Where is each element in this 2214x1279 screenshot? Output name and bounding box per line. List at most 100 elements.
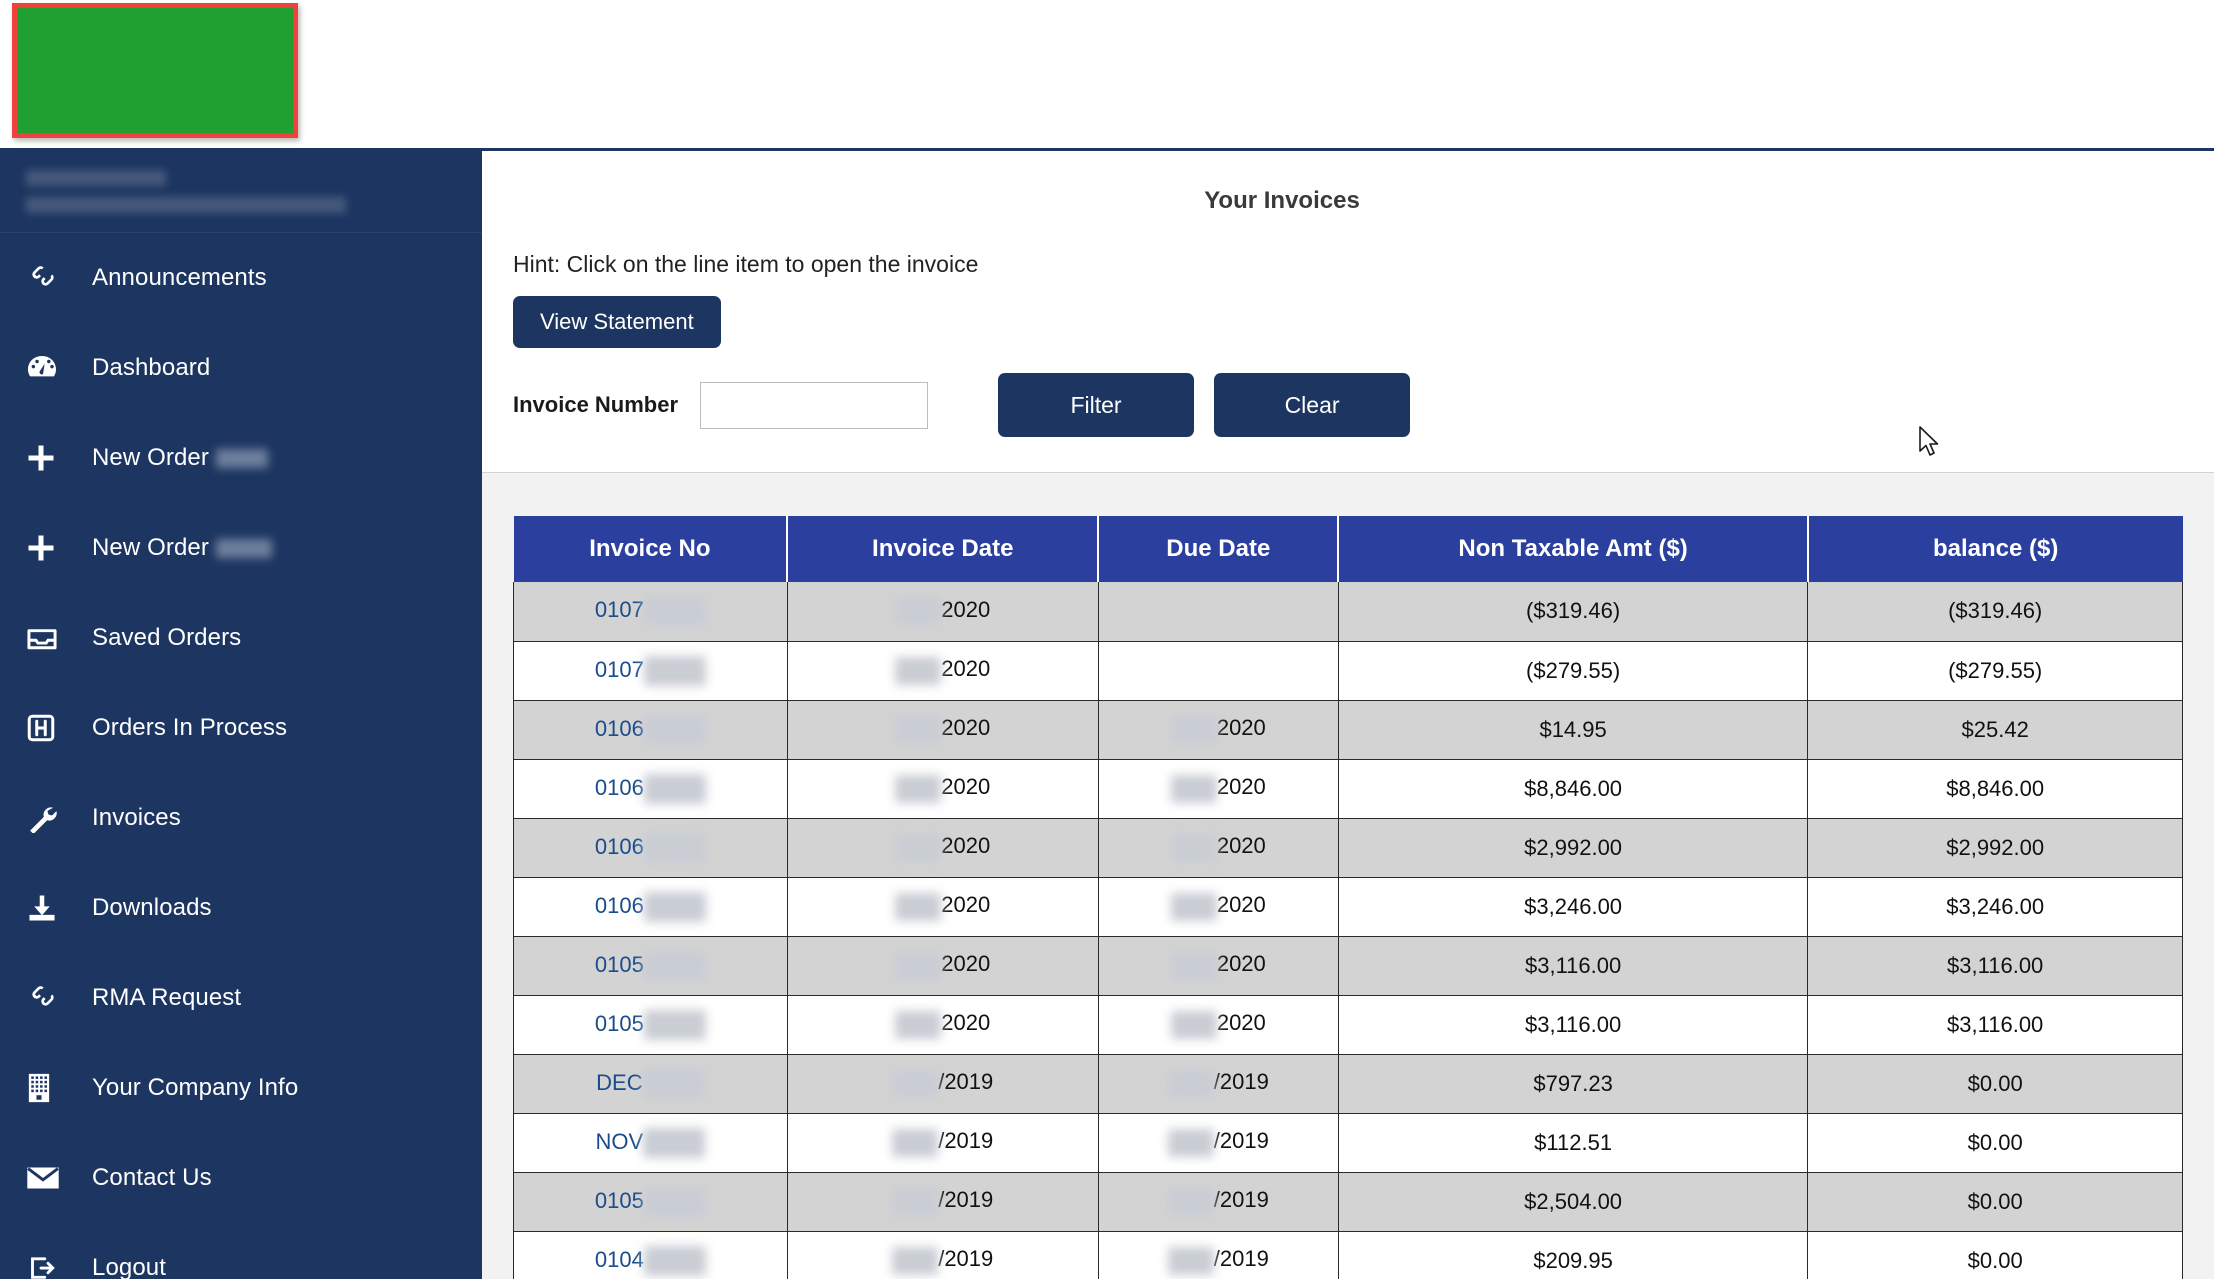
sidebar-item-saved-orders[interactable]: Saved Orders	[0, 593, 482, 683]
table-row[interactable]: 0106 2020 2020 $3,246.00 $3,246.00	[513, 877, 2183, 937]
table-row[interactable]: 0106 2020 2020 $8,846.00 $8,846.00	[513, 759, 2183, 819]
due-date-redacted	[1170, 774, 1217, 803]
due-date-cell: /2019	[1098, 1231, 1339, 1279]
invoice-no-link[interactable]: NOV	[596, 1128, 644, 1153]
invoice-no-cell[interactable]: 0105	[513, 1172, 788, 1232]
invoice-no-cell[interactable]: 0106	[513, 877, 788, 937]
invoice-no-link[interactable]: 0106	[595, 774, 644, 799]
table-row[interactable]: 0107 2020 ($279.55) ($279.55)	[513, 641, 2183, 701]
table-column-header[interactable]: balance ($)	[1807, 516, 2183, 582]
invoice-no-redacted	[643, 891, 706, 922]
table-row[interactable]: 0106 2020 2020 $2,992.00 $2,992.00	[513, 818, 2183, 878]
due-date-redacted	[1170, 833, 1217, 862]
invoice-no-link[interactable]: 0105	[595, 1187, 644, 1212]
invoice-date-value: 2020	[941, 892, 991, 918]
balance-cell: ($279.55)	[1807, 641, 2183, 701]
table-row[interactable]: DEC /2019 /2019 $797.23 $0.00	[513, 1054, 2183, 1114]
table-row[interactable]: NOV /2019 /2019 $112.51 $0.00	[513, 1113, 2183, 1173]
sidebar-item-rma-request[interactable]: RMA Request	[0, 953, 482, 1043]
due-date-redacted	[1170, 892, 1217, 921]
non-taxable-amount-cell: $112.51	[1338, 1113, 1809, 1173]
table-row[interactable]: 0105 2020 2020 $3,116.00 $3,116.00	[513, 995, 2183, 1055]
invoice-no-cell[interactable]: 0106	[513, 759, 788, 819]
due-date-value: 2020	[1216, 892, 1266, 918]
table-row[interactable]: 0105 /2019 /2019 $2,504.00 $0.00	[513, 1172, 2183, 1232]
invoice-date-cell: 2020	[787, 877, 1099, 937]
invoice-date-redacted	[895, 951, 942, 980]
invoice-date-cell: 2020	[787, 995, 1099, 1055]
due-date-value: 2020	[1216, 774, 1266, 800]
invoice-number-input[interactable]	[700, 381, 929, 429]
invoice-date-value: 2020	[941, 656, 991, 682]
invoice-no-link[interactable]: 0105	[595, 1010, 644, 1035]
invoice-no-cell[interactable]: 0105	[513, 995, 788, 1055]
sidebar-item-dashboard[interactable]: Dashboard	[0, 323, 482, 413]
invoice-no-cell[interactable]: 0106	[513, 818, 788, 878]
invoice-no-link[interactable]: 0107	[595, 656, 644, 681]
balance-cell: $0.00	[1807, 1231, 2183, 1279]
sidebar-item-orders-in-process[interactable]: Orders In Process	[0, 683, 482, 773]
invoice-no-link[interactable]: 0105	[595, 951, 644, 976]
invoice-date-redacted	[892, 1246, 939, 1275]
table-column-header[interactable]: Invoice Date	[787, 516, 1100, 582]
table-row[interactable]: 0105 2020 2020 $3,116.00 $3,116.00	[513, 936, 2183, 996]
non-taxable-amount-cell: $2,504.00	[1338, 1172, 1809, 1232]
invoice-no-link[interactable]: 0106	[595, 833, 644, 858]
non-taxable-amount-cell: $3,116.00	[1338, 995, 1809, 1055]
sidebar-item-announcements[interactable]: Announcements	[0, 233, 482, 323]
due-date-cell: 2020	[1098, 759, 1339, 819]
logout-icon	[26, 1253, 70, 1279]
sidebar-item-label: RMA Request	[92, 984, 242, 1011]
invoice-no-cell[interactable]: NOV	[513, 1113, 788, 1173]
company-logo[interactable]	[12, 3, 298, 138]
invoice-no-redacted	[642, 1068, 705, 1099]
invoice-table: Invoice No Invoice Date Due Date Non Taxabl…	[513, 516, 2183, 1279]
view-statement-button[interactable]: View Statement	[513, 296, 721, 348]
non-taxable-amount-cell: $2,992.00	[1338, 818, 1809, 878]
table-column-header[interactable]: Invoice No	[513, 516, 789, 582]
invoice-date-redacted	[895, 715, 942, 744]
invoice-date-value: /2019	[938, 1187, 994, 1213]
user-name-redacted	[26, 170, 166, 186]
balance-cell: $25.42	[1807, 700, 2183, 760]
sidebar-item-contact-us[interactable]: Contact Us	[0, 1133, 482, 1223]
table-row[interactable]: 0104 /2019 /2019 $209.95 $0.00	[513, 1231, 2183, 1279]
filter-button[interactable]: Filter	[998, 373, 1195, 437]
invoice-no-cell[interactable]: 0105	[513, 936, 788, 996]
invoice-date-cell: 2020	[787, 641, 1099, 701]
invoice-no-cell[interactable]: 0106	[513, 700, 788, 760]
non-taxable-amount-cell: ($319.46)	[1338, 582, 1809, 642]
table-row[interactable]: 0106 2020 2020 $14.95 $25.42	[513, 700, 2183, 760]
due-date-value: /2019	[1213, 1128, 1269, 1154]
table-column-header[interactable]: Non Taxable Amt ($)	[1338, 516, 1809, 582]
invoice-no-link[interactable]: DEC	[596, 1069, 642, 1094]
invoice-date-value: 2020	[941, 715, 991, 741]
table-row[interactable]: 0107 2020 ($319.46) ($319.46)	[513, 582, 2183, 642]
sidebar-item-label: Your Company Info	[92, 1074, 299, 1101]
sidebar-item-downloads[interactable]: Downloads	[0, 863, 482, 953]
link-icon	[26, 983, 70, 1013]
sidebar-item-new-order[interactable]: New Order	[0, 503, 482, 593]
invoice-no-link[interactable]: 0106	[595, 892, 644, 917]
invoice-date-value: 2020	[941, 951, 991, 977]
table-column-header[interactable]: Due Date	[1098, 516, 1340, 582]
clear-button[interactable]: Clear	[1214, 373, 1411, 437]
invoice-no-redacted	[643, 1245, 706, 1276]
invoice-no-cell[interactable]: 0107	[513, 641, 788, 701]
invoice-no-cell[interactable]: DEC	[513, 1054, 788, 1114]
invoice-no-link[interactable]: 0104	[595, 1246, 644, 1271]
sidebar-item-new-order[interactable]: New Order	[0, 413, 482, 503]
sidebar-item-label-redacted	[215, 538, 272, 558]
filter-row: Invoice Number Filter Clear	[513, 373, 1411, 437]
invoice-no-cell[interactable]: 0104	[513, 1231, 788, 1279]
sidebar-item-label: Dashboard	[92, 354, 211, 381]
invoice-no-link[interactable]: 0106	[595, 715, 644, 740]
invoice-no-link[interactable]: 0107	[595, 597, 644, 622]
sidebar-item-invoices[interactable]: Invoices	[0, 773, 482, 863]
due-date-cell: 2020	[1098, 936, 1339, 996]
sidebar-item-label: Invoices	[92, 804, 181, 831]
due-date-cell	[1098, 641, 1339, 701]
sidebar-item-your-company-info[interactable]: Your Company Info	[0, 1043, 482, 1133]
sidebar-item-logout[interactable]: Logout	[0, 1223, 482, 1279]
invoice-no-cell[interactable]: 0107	[513, 582, 788, 642]
